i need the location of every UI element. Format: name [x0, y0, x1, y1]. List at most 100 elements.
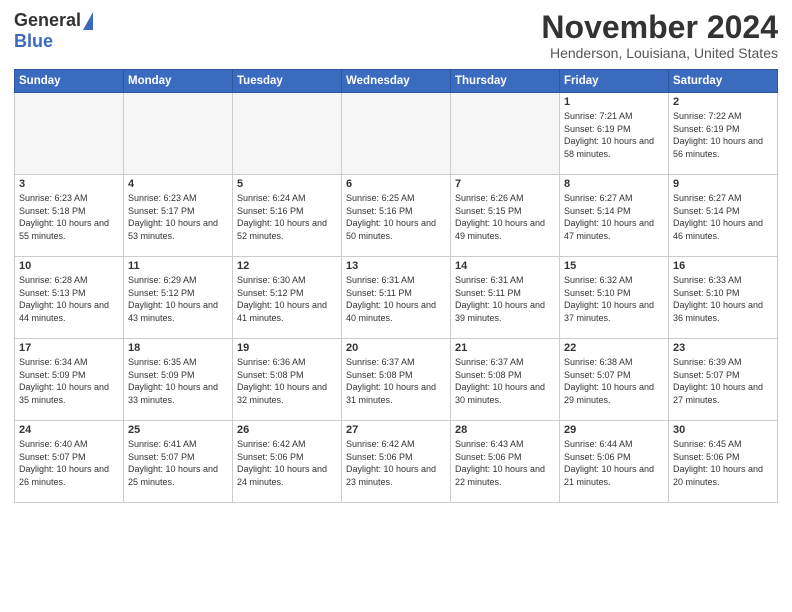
day-number: 13 — [346, 260, 446, 272]
day-info: Sunrise: 6:23 AMSunset: 5:17 PMDaylight:… — [128, 192, 228, 242]
day-info: Sunrise: 6:45 AMSunset: 5:06 PMDaylight:… — [673, 438, 773, 488]
logo-general-text: General — [14, 10, 81, 31]
calendar-week-5: 24Sunrise: 6:40 AMSunset: 5:07 PMDayligh… — [15, 421, 778, 503]
day-number: 24 — [19, 424, 119, 436]
day-number: 26 — [237, 424, 337, 436]
calendar-cell: 10 Sunrise: 6:28 AMSunset: 5:13 PMDayligh… — [15, 257, 124, 339]
calendar-week-4: 17 Sunrise: 6:34 AMSunset: 5:09 PMDayligh… — [15, 339, 778, 421]
calendar-header-tuesday: Tuesday — [233, 70, 342, 93]
calendar-header-sunday: Sunday — [15, 70, 124, 93]
calendar-cell: 27 Sunrise: 6:42 AMSunset: 5:06 PMDayligh… — [342, 421, 451, 503]
calendar-cell: 18 Sunrise: 6:35 AMSunset: 5:09 PMDayligh… — [124, 339, 233, 421]
day-info: Sunrise: 6:42 AMSunset: 5:06 PMDaylight:… — [346, 438, 446, 488]
day-number: 6 — [346, 178, 446, 190]
calendar-cell: 5 Sunrise: 6:24 AMSunset: 5:16 PMDaylight… — [233, 175, 342, 257]
calendar-cell — [342, 93, 451, 175]
day-info: Sunrise: 6:23 AMSunset: 5:18 PMDaylight:… — [19, 192, 119, 242]
calendar-cell: 3 Sunrise: 6:23 AMSunset: 5:18 PMDaylight… — [15, 175, 124, 257]
calendar-cell: 12Sunrise: 6:30 AMSunset: 5:12 PMDayligh… — [233, 257, 342, 339]
location: Henderson, Louisiana, United States — [541, 45, 778, 61]
day-info: Sunrise: 6:29 AMSunset: 5:12 PMDaylight:… — [128, 274, 228, 324]
day-info: Sunrise: 6:31 AMSunset: 5:11 PMDaylight:… — [346, 274, 446, 324]
calendar-header-saturday: Saturday — [669, 70, 778, 93]
day-info: Sunrise: 6:26 AMSunset: 5:15 PMDaylight:… — [455, 192, 555, 242]
day-info: Sunrise: 6:27 AMSunset: 5:14 PMDaylight:… — [564, 192, 664, 242]
calendar-cell: 26Sunrise: 6:42 AMSunset: 5:06 PMDayligh… — [233, 421, 342, 503]
calendar-cell — [124, 93, 233, 175]
day-number: 4 — [128, 178, 228, 190]
day-info: Sunrise: 6:32 AMSunset: 5:10 PMDaylight:… — [564, 274, 664, 324]
calendar-cell: 15 Sunrise: 6:32 AMSunset: 5:10 PMDayligh… — [560, 257, 669, 339]
calendar-header-row: SundayMondayTuesdayWednesdayThursdayFrid… — [15, 70, 778, 93]
day-info: Sunrise: 6:41 AMSunset: 5:07 PMDaylight:… — [128, 438, 228, 488]
day-info: Sunrise: 6:43 AMSunset: 5:06 PMDaylight:… — [455, 438, 555, 488]
calendar-cell: 1Sunrise: 7:21 AMSunset: 6:19 PMDaylight… — [560, 93, 669, 175]
calendar-cell: 30 Sunrise: 6:45 AMSunset: 5:06 PMDayligh… — [669, 421, 778, 503]
calendar-cell: 29 Sunrise: 6:44 AMSunset: 5:06 PMDayligh… — [560, 421, 669, 503]
calendar-week-2: 3 Sunrise: 6:23 AMSunset: 5:18 PMDaylight… — [15, 175, 778, 257]
day-number: 28 — [455, 424, 555, 436]
calendar-cell: 24Sunrise: 6:40 AMSunset: 5:07 PMDayligh… — [15, 421, 124, 503]
calendar-cell: 16Sunrise: 6:33 AMSunset: 5:10 PMDayligh… — [669, 257, 778, 339]
calendar-cell: 4 Sunrise: 6:23 AMSunset: 5:17 PMDaylight… — [124, 175, 233, 257]
calendar-cell: 19Sunrise: 6:36 AMSunset: 5:08 PMDayligh… — [233, 339, 342, 421]
calendar-cell: 7 Sunrise: 6:26 AMSunset: 5:15 PMDaylight… — [451, 175, 560, 257]
day-number: 5 — [237, 178, 337, 190]
day-info: Sunrise: 6:39 AMSunset: 5:07 PMDaylight:… — [673, 356, 773, 406]
day-info: Sunrise: 6:34 AMSunset: 5:09 PMDaylight:… — [19, 356, 119, 406]
day-number: 18 — [128, 342, 228, 354]
calendar-cell: 17 Sunrise: 6:34 AMSunset: 5:09 PMDayligh… — [15, 339, 124, 421]
header: General Blue November 2024 Henderson, Lo… — [14, 10, 778, 61]
calendar-week-1: 1Sunrise: 7:21 AMSunset: 6:19 PMDaylight… — [15, 93, 778, 175]
day-number: 22 — [564, 342, 664, 354]
calendar-cell: 11 Sunrise: 6:29 AMSunset: 5:12 PMDayligh… — [124, 257, 233, 339]
day-number: 3 — [19, 178, 119, 190]
calendar-cell: 14Sunrise: 6:31 AMSunset: 5:11 PMDayligh… — [451, 257, 560, 339]
day-number: 1 — [564, 96, 664, 108]
calendar-cell — [233, 93, 342, 175]
day-number: 23 — [673, 342, 773, 354]
day-number: 17 — [19, 342, 119, 354]
day-number: 15 — [564, 260, 664, 272]
day-number: 25 — [128, 424, 228, 436]
calendar-header-monday: Monday — [124, 70, 233, 93]
day-number: 12 — [237, 260, 337, 272]
day-info: Sunrise: 6:25 AMSunset: 5:16 PMDaylight:… — [346, 192, 446, 242]
day-number: 7 — [455, 178, 555, 190]
logo: General Blue — [14, 10, 93, 52]
day-number: 20 — [346, 342, 446, 354]
calendar-cell: 23 Sunrise: 6:39 AMSunset: 5:07 PMDayligh… — [669, 339, 778, 421]
calendar-cell: 20 Sunrise: 6:37 AMSunset: 5:08 PMDayligh… — [342, 339, 451, 421]
calendar-cell: 21Sunrise: 6:37 AMSunset: 5:08 PMDayligh… — [451, 339, 560, 421]
day-number: 29 — [564, 424, 664, 436]
calendar-cell: 2 Sunrise: 7:22 AMSunset: 6:19 PMDaylight… — [669, 93, 778, 175]
day-number: 19 — [237, 342, 337, 354]
calendar-cell: 25 Sunrise: 6:41 AMSunset: 5:07 PMDayligh… — [124, 421, 233, 503]
calendar-header-thursday: Thursday — [451, 70, 560, 93]
day-number: 21 — [455, 342, 555, 354]
calendar-cell: 6 Sunrise: 6:25 AMSunset: 5:16 PMDaylight… — [342, 175, 451, 257]
day-info: Sunrise: 6:35 AMSunset: 5:09 PMDaylight:… — [128, 356, 228, 406]
day-info: Sunrise: 6:27 AMSunset: 5:14 PMDaylight:… — [673, 192, 773, 242]
day-number: 10 — [19, 260, 119, 272]
month-title: November 2024 — [541, 10, 778, 45]
logo-blue-text: Blue — [14, 31, 53, 52]
day-info: Sunrise: 6:28 AMSunset: 5:13 PMDaylight:… — [19, 274, 119, 324]
day-info: Sunrise: 6:38 AMSunset: 5:07 PMDaylight:… — [564, 356, 664, 406]
calendar-table: SundayMondayTuesdayWednesdayThursdayFrid… — [14, 69, 778, 503]
calendar-cell: 8 Sunrise: 6:27 AMSunset: 5:14 PMDaylight… — [560, 175, 669, 257]
calendar-header-wednesday: Wednesday — [342, 70, 451, 93]
calendar-cell: 22 Sunrise: 6:38 AMSunset: 5:07 PMDayligh… — [560, 339, 669, 421]
day-number: 2 — [673, 96, 773, 108]
day-number: 11 — [128, 260, 228, 272]
day-number: 30 — [673, 424, 773, 436]
title-block: November 2024 Henderson, Louisiana, Unit… — [541, 10, 778, 61]
day-info: Sunrise: 6:44 AMSunset: 5:06 PMDaylight:… — [564, 438, 664, 488]
day-number: 8 — [564, 178, 664, 190]
day-number: 9 — [673, 178, 773, 190]
day-number: 27 — [346, 424, 446, 436]
day-info: Sunrise: 7:22 AMSunset: 6:19 PMDaylight:… — [673, 110, 773, 160]
day-info: Sunrise: 6:37 AMSunset: 5:08 PMDaylight:… — [346, 356, 446, 406]
day-info: Sunrise: 6:24 AMSunset: 5:16 PMDaylight:… — [237, 192, 337, 242]
day-info: Sunrise: 6:31 AMSunset: 5:11 PMDaylight:… — [455, 274, 555, 324]
